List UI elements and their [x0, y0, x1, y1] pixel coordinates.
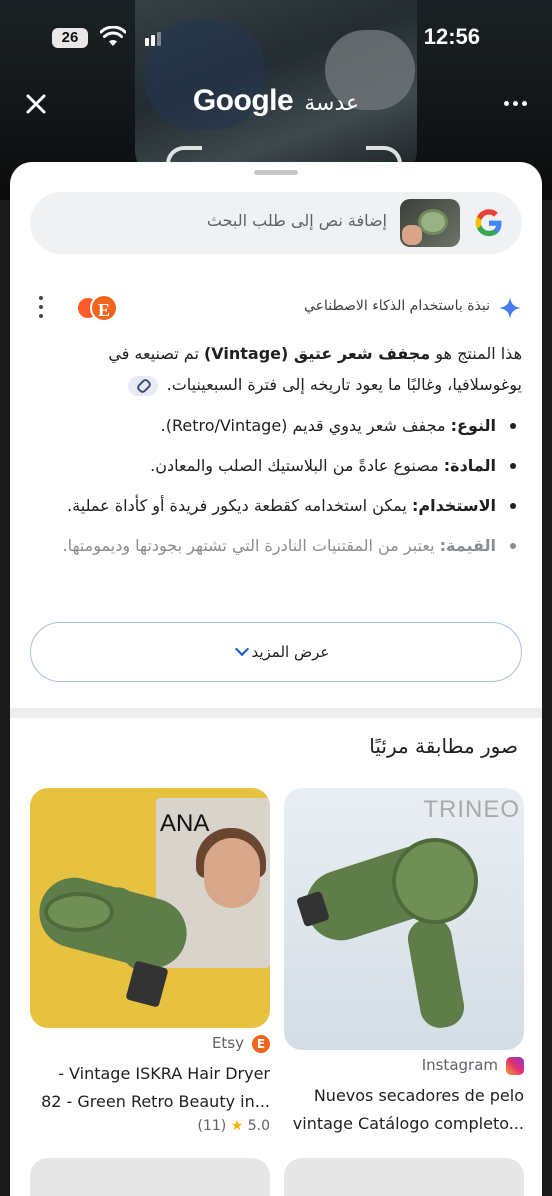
- box-text: ANA: [160, 810, 210, 837]
- clock: 12:56: [423, 24, 480, 49]
- source-name: Etsy: [211, 1034, 244, 1052]
- battery-indicator: 26: [52, 28, 88, 48]
- citation-link-icon[interactable]: [127, 375, 158, 396]
- visual-match-card[interactable]: TRINEO Instagram Nuevos secadores de pel…: [284, 788, 524, 1136]
- match-image[interactable]: TRINEO: [284, 788, 524, 1050]
- show-more-button[interactable]: عرض المزيد: [30, 622, 522, 682]
- intro-bold-text: مجفف شعر عتيق (Vintage): [203, 344, 431, 363]
- ai-overview-menu-icon[interactable]: [38, 296, 44, 318]
- source-name: Instagram: [421, 1056, 498, 1074]
- star-icon: ★: [230, 1118, 244, 1134]
- list-item: النوع: مجفف شعر يدوي قديم (Retro/Vintage…: [30, 410, 522, 450]
- ai-overview-bullets: النوع: مجفف شعر يدوي قديم (Retro/Vintage…: [30, 410, 522, 570]
- match-caption[interactable]: - Vintage ISKRA Hair Dryer: [30, 1062, 270, 1086]
- status-bar: 26 12:56: [0, 22, 552, 54]
- review-count: (11): [197, 1118, 227, 1134]
- query-image-thumbnail[interactable]: [400, 199, 460, 247]
- watermark-text: TRINEO: [423, 796, 520, 823]
- wifi-icon: [100, 26, 126, 46]
- list-item: المادة: مصنوع عادةً من البلاستيك الصلب و…: [30, 450, 522, 490]
- google-logo-icon: [475, 209, 502, 237]
- source-icons[interactable]: E: [76, 294, 120, 322]
- match-image[interactable]: ANA: [30, 788, 270, 1028]
- more-options-icon[interactable]: [504, 92, 528, 116]
- google-wordmark: Google: [192, 84, 294, 117]
- visual-match-card[interactable]: [30, 1158, 270, 1196]
- intro-text: هذا المنتج هو: [430, 344, 522, 363]
- app-bar: Google عدسة: [0, 82, 552, 126]
- search-input[interactable]: إضافة نص إلى طلب البحث: [207, 211, 387, 230]
- section-divider: [10, 708, 542, 718]
- instagram-icon: [506, 1056, 524, 1075]
- app-title: Google عدسة: [0, 84, 552, 118]
- rating-value: 5.0: [247, 1118, 270, 1134]
- drag-handle[interactable]: [254, 170, 298, 175]
- ai-overview-text: هذا المنتج هو مجفف شعر عتيق (Vintage) تم…: [30, 338, 522, 400]
- visual-match-card[interactable]: ANA E Etsy - Vintage ISKRA Hair Dryer 82 …: [30, 788, 270, 1134]
- results-sheet: إضافة نص إلى طلب البحث نبذة باستخدام الذ…: [10, 162, 542, 1196]
- match-caption[interactable]: Nuevos secadores de pelo: [284, 1084, 524, 1108]
- ai-sparkle-icon: [499, 297, 521, 319]
- etsy-icon: E: [252, 1034, 270, 1053]
- match-caption[interactable]: 82 - Green Retro Beauty in...: [30, 1090, 270, 1114]
- search-bar[interactable]: إضافة نص إلى طلب البحث: [30, 192, 522, 254]
- lens-wordmark: عدسة: [304, 91, 360, 116]
- show-more-label: عرض المزيد: [251, 643, 330, 661]
- chevron-down-icon: [234, 641, 249, 657]
- list-item: الاستخدام: يمكن استخدامه كقطعة ديكور فري…: [30, 490, 522, 530]
- list-item: القيمة: يعتبر من المقتنيات النادرة التي …: [30, 530, 522, 570]
- ai-overview-label: نبذة باستخدام الذكاء الاصطناعي: [304, 298, 490, 314]
- match-caption[interactable]: vintage Catálogo completo...: [284, 1112, 524, 1136]
- rating: (11) ★ 5.0: [30, 1118, 270, 1134]
- source-row: E Etsy: [30, 1034, 270, 1058]
- source-row: Instagram: [284, 1056, 524, 1080]
- visual-matches-title: صور مطابقة مرئيًا: [369, 734, 518, 758]
- visual-match-card[interactable]: [284, 1158, 524, 1196]
- ai-overview-header: نبذة باستخدام الذكاء الاصطناعي E: [30, 292, 522, 322]
- etsy-favicon-icon: E: [90, 294, 118, 322]
- signal-icon: [145, 32, 165, 46]
